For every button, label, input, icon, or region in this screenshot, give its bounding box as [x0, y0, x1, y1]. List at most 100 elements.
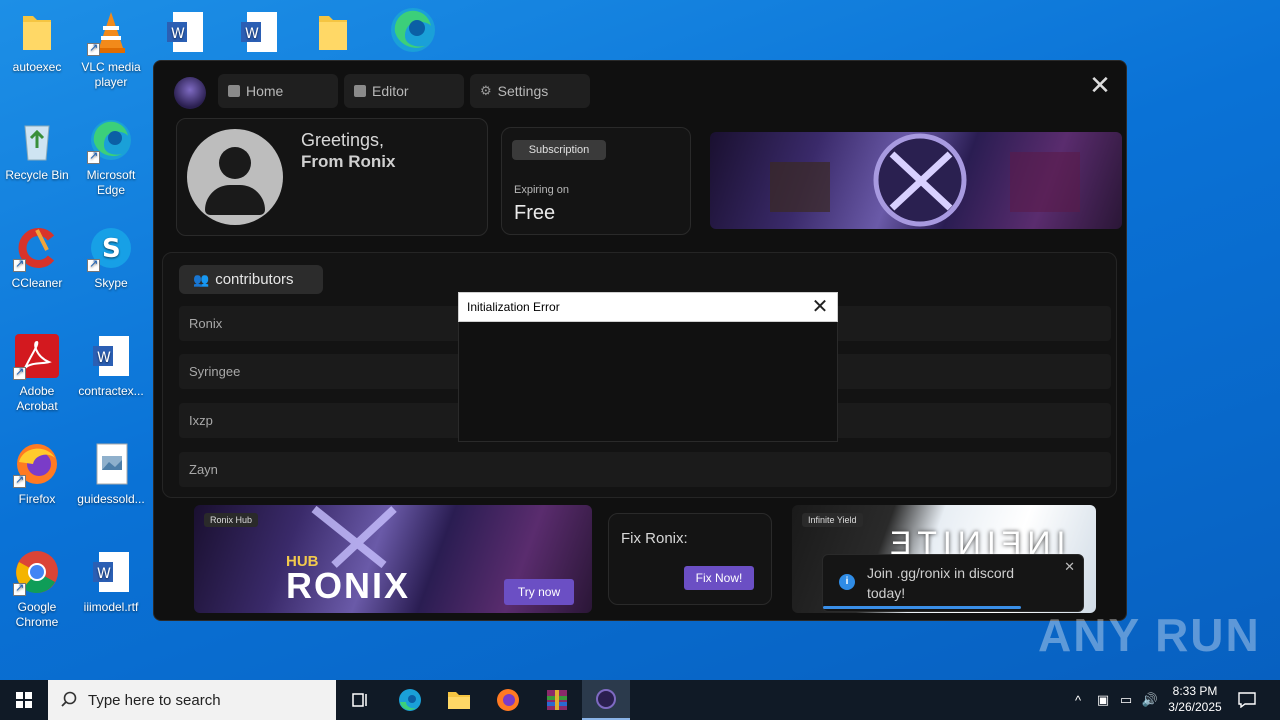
desktop-icon-ccleaner[interactable]: CCleaner [0, 224, 74, 291]
taskbar-clock[interactable]: 8:33 PM 3/26/2025 [1160, 683, 1230, 715]
fix-title: Fix Ronix: [621, 530, 688, 547]
task-view-button[interactable] [336, 680, 384, 720]
windows-logo-icon [16, 692, 32, 708]
tab-home[interactable]: Home [218, 74, 338, 108]
desktop-icon-contract[interactable]: W contractex... [74, 332, 148, 399]
taskbar-file-explorer[interactable] [435, 680, 483, 720]
contributor-name: Syringee [189, 364, 241, 379]
taskbar: Type here to search ^ ▣ ▭ 🔊 8:33 PM 3/26… [0, 680, 1280, 720]
contributor-name: Zayn [189, 462, 218, 477]
contributor-name: Ronix [189, 316, 223, 331]
edge-icon [399, 689, 421, 711]
ccleaner-icon [13, 224, 61, 272]
hero-banner-image [710, 132, 1122, 229]
tab-editor[interactable]: Editor [344, 74, 464, 108]
taskbar-ronix[interactable] [582, 680, 630, 720]
volume-icon[interactable]: 🔊 [1140, 680, 1160, 720]
task-view-icon [352, 693, 367, 707]
clock-date: 3/26/2025 [1168, 700, 1222, 714]
desktop-icon-edge-top[interactable] [374, 4, 448, 56]
skype-icon: S [87, 224, 135, 272]
folder-icon [448, 692, 470, 709]
search-placeholder: Type here to search [88, 691, 221, 709]
folder-icon [309, 8, 357, 56]
word-doc-icon: W [87, 332, 135, 380]
desktop-icon-vlc[interactable]: VLC media player [74, 8, 148, 90]
desktop-icon-recycle-bin[interactable]: Recycle Bin [0, 116, 74, 183]
dialog-title: Initialization Error [467, 300, 560, 314]
subscription-card: Subscription Expiring on Free [501, 127, 691, 235]
desktop-icon-label: guidessold... [77, 492, 145, 506]
profile-card: Greetings, From Ronix [176, 118, 488, 236]
ronix-logo-icon [174, 77, 206, 109]
contributor-name: Ixzp [189, 413, 213, 428]
toast-message: Join .gg/ronix in discord today! [867, 565, 1015, 601]
desktop-icon-label: Google Chrome [15, 600, 59, 629]
desktop-icon-label: Firefox [18, 492, 56, 506]
watermark-text: ANY RUN [1038, 609, 1261, 661]
desktop-icon-label: iiimodel.rtf [83, 600, 139, 614]
ronix-hub-promo[interactable]: Ronix Hub HUB RONIX Try now [194, 505, 592, 613]
toast-close-button[interactable]: ✕ [1064, 559, 1075, 575]
desktop-icon-folder[interactable] [296, 8, 370, 60]
dialog-close-button[interactable]: ✕ [810, 296, 830, 318]
desktop-icon-guides[interactable]: guidessold... [74, 440, 148, 507]
list-item: Zayn [179, 452, 1111, 487]
desktop-icon-label: CCleaner [11, 276, 63, 290]
start-button[interactable] [0, 680, 48, 720]
svg-text:W: W [97, 350, 111, 366]
window-close-button[interactable]: ✕ [1088, 72, 1112, 98]
fix-ronix-card: Fix Ronix: Fix Now! [608, 513, 772, 605]
desktop-icon-chrome[interactable]: Google Chrome [0, 548, 74, 630]
taskbar-edge[interactable] [386, 680, 434, 720]
tab-settings[interactable]: ⚙ Settings [470, 74, 590, 108]
desktop-icon-iiimodel[interactable]: W iiimodel.rtf [74, 548, 148, 615]
users-icon: 👥 [193, 271, 210, 287]
svg-text:S: S [102, 234, 121, 264]
desktop-icon-label: VLC media player [81, 60, 141, 89]
tray-device-icon[interactable]: ▣ [1094, 680, 1112, 720]
winrar-icon [547, 690, 567, 710]
contributors-header: 👥 contributors [179, 265, 323, 294]
edge-icon [387, 4, 435, 52]
search-icon [61, 691, 77, 707]
recycle-bin-icon [13, 116, 61, 164]
desktop-icon-edge[interactable]: Microsoft Edge [74, 116, 148, 198]
desktop-icon-label: Microsoft Edge [86, 168, 136, 197]
desktop-icon-autoexec[interactable]: autoexec [0, 8, 74, 75]
acrobat-icon [13, 332, 61, 380]
greeting-text: Greetings, [301, 130, 385, 150]
word-doc-icon: W [87, 548, 135, 596]
info-icon: i [839, 574, 855, 590]
desktop-icon-firefox[interactable]: Firefox [0, 440, 74, 507]
contributors-title: contributors [215, 271, 294, 288]
fix-now-button[interactable]: Fix Now! [684, 566, 754, 590]
gear-icon: ⚙ [480, 83, 492, 98]
svg-text:W: W [97, 566, 111, 582]
taskbar-search-box[interactable]: Type here to search [48, 680, 336, 720]
desktop-icon-label: contractex... [78, 384, 144, 398]
firefox-icon [497, 689, 519, 711]
expiring-label: Expiring on [514, 184, 570, 196]
code-icon [354, 85, 366, 97]
network-icon[interactable]: ▭ [1116, 680, 1136, 720]
svg-text:W: W [171, 26, 185, 42]
desktop-icon-word-2[interactable]: W [222, 8, 296, 60]
tab-label: Home [246, 83, 284, 99]
tray-chevron-icon[interactable]: ^ [1068, 680, 1088, 720]
notification-center-icon[interactable] [1236, 680, 1258, 720]
taskbar-winrar[interactable] [533, 680, 581, 720]
clock-time: 8:33 PM [1172, 684, 1218, 698]
taskbar-firefox[interactable] [484, 680, 532, 720]
desktop-icon-label: Skype [94, 276, 128, 290]
desktop-icon-label: Adobe Acrobat [16, 384, 58, 413]
from-text: From Ronix [301, 152, 396, 171]
promo-wordmark: RONIX [286, 565, 411, 606]
ronix-icon [596, 689, 616, 709]
desktop-icon-word-1[interactable]: W [148, 8, 222, 60]
edge-icon [87, 116, 135, 164]
desktop-icon-label: Recycle Bin [5, 168, 69, 182]
desktop-icon-acrobat[interactable]: Adobe Acrobat [0, 332, 74, 414]
try-now-button[interactable]: Try now [504, 579, 574, 605]
desktop-icon-skype[interactable]: S Skype [74, 224, 148, 291]
